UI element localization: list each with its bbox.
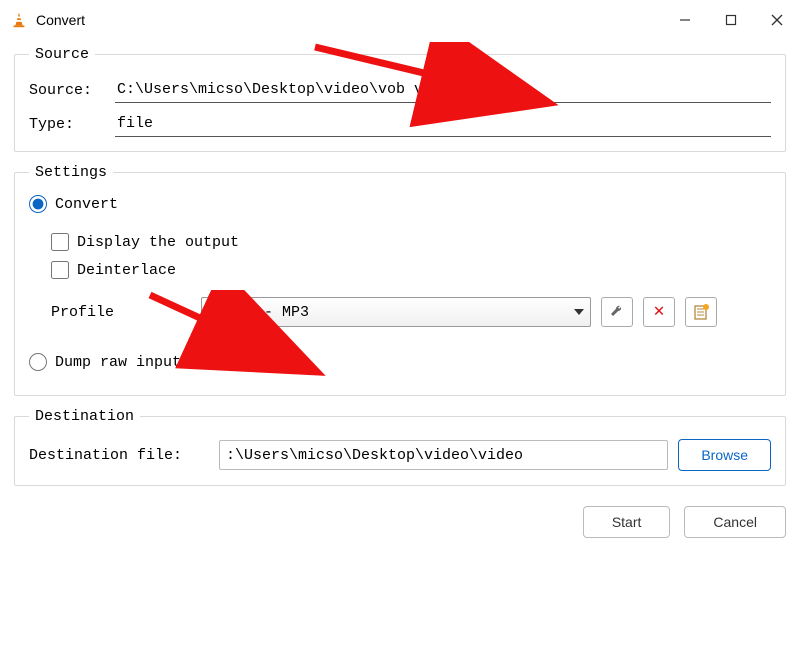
start-button[interactable]: Start: [583, 506, 671, 538]
x-icon: ✕: [654, 303, 665, 321]
new-profile-button[interactable]: [685, 297, 717, 327]
close-button[interactable]: [754, 2, 800, 38]
window-buttons: [662, 2, 800, 38]
destination-group: Destination Destination file: Browse: [14, 408, 786, 486]
type-input[interactable]: [115, 111, 771, 137]
profile-label: Profile: [51, 304, 191, 321]
wrench-icon: [608, 303, 626, 321]
destination-file-label: Destination file:: [29, 447, 209, 464]
dump-radio[interactable]: [29, 353, 47, 371]
source-group: Source Source: Type:: [14, 46, 786, 152]
source-legend: Source: [29, 46, 95, 63]
content: Source Source: Type: Settings Convert Di…: [0, 40, 800, 506]
title-left: Convert: [10, 11, 85, 29]
destination-legend: Destination: [29, 408, 140, 425]
delete-profile-button[interactable]: ✕: [643, 297, 675, 327]
display-output-check-row[interactable]: Display the output: [51, 233, 771, 251]
browse-button[interactable]: Browse: [678, 439, 771, 471]
dump-radio-row[interactable]: Dump raw input: [29, 353, 771, 371]
profile-selected: Audio - MP3: [210, 304, 309, 321]
display-output-checkbox[interactable]: [51, 233, 69, 251]
type-label: Type:: [29, 116, 115, 133]
maximize-button[interactable]: [708, 2, 754, 38]
dump-label: Dump raw input: [55, 354, 181, 371]
source-input[interactable]: [115, 77, 771, 103]
deinterlace-label: Deinterlace: [77, 262, 176, 279]
profile-dropdown[interactable]: Audio - MP3: [201, 297, 591, 327]
footer: Start Cancel: [0, 506, 800, 538]
chevron-down-icon: [574, 309, 584, 315]
destination-file-input[interactable]: [219, 440, 668, 470]
vlc-cone-icon: [10, 11, 28, 29]
settings-legend: Settings: [29, 164, 113, 181]
cancel-button[interactable]: Cancel: [684, 506, 786, 538]
deinterlace-checkbox[interactable]: [51, 261, 69, 279]
convert-radio-row[interactable]: Convert: [29, 195, 771, 213]
display-output-label: Display the output: [77, 234, 239, 251]
profile-row: Profile Audio - MP3 ✕: [29, 297, 771, 327]
window-title: Convert: [36, 12, 85, 28]
edit-profile-button[interactable]: [601, 297, 633, 327]
new-profile-icon: [692, 303, 710, 321]
convert-radio[interactable]: [29, 195, 47, 213]
titlebar: Convert: [0, 0, 800, 40]
minimize-button[interactable]: [662, 2, 708, 38]
convert-label: Convert: [55, 196, 118, 213]
source-label: Source:: [29, 82, 115, 99]
settings-group: Settings Convert Display the output Dein…: [14, 164, 786, 396]
deinterlace-check-row[interactable]: Deinterlace: [51, 261, 771, 279]
